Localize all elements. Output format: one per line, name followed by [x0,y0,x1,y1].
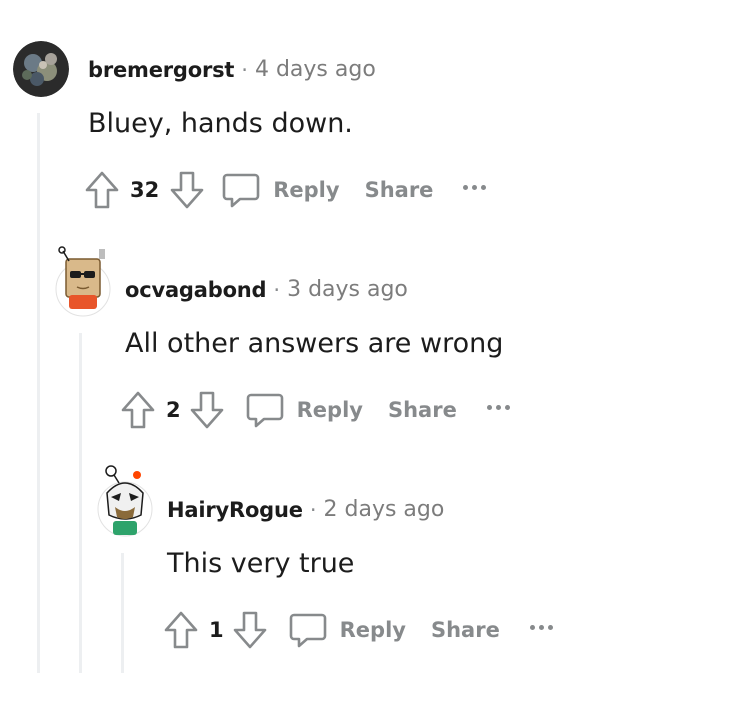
meta-separator: · [273,277,281,302]
comment-actions: 1 Reply Share [163,610,553,650]
comment-meta: bremergorst · 4 days ago [88,57,376,82]
upvote-icon[interactable] [84,170,120,210]
timestamp[interactable]: 3 days ago [287,277,408,302]
author-name[interactable]: ocvagabond [125,278,267,302]
downvote-icon[interactable] [169,170,205,210]
reply-button[interactable]: Reply [221,170,340,210]
comment-body: Bluey, hands down. [88,108,353,139]
downvote-icon[interactable] [232,610,268,650]
upvote-icon[interactable] [120,390,156,430]
avatar[interactable] [13,41,69,97]
reply-label[interactable]: Reply [297,398,363,422]
comment-actions: 32 Reply Share [84,170,487,210]
more-options-icon[interactable] [529,624,553,630]
comment-bubble-icon [289,613,326,648]
comment-actions: 2 Reply Share [120,390,510,430]
reply-button[interactable]: Reply [245,390,363,430]
comment-bubble-icon [222,173,260,208]
reply-label[interactable]: Reply [340,618,406,642]
comment-body: All other answers are wrong [125,328,504,359]
share-button[interactable]: Share [388,398,457,422]
reply-label[interactable]: Reply [273,178,339,202]
timestamp[interactable]: 2 days ago [324,497,445,522]
meta-separator: · [241,57,248,82]
comment-body: This very true [167,548,355,579]
vote-score: 2 [166,398,181,422]
comment-meta: HairyRogue · 2 days ago [167,497,444,522]
meta-separator: · [309,497,317,522]
timestamp[interactable]: 4 days ago [255,57,376,82]
avatar[interactable] [97,463,153,537]
thread-line-level-3[interactable] [121,553,124,673]
vote-score: 1 [209,618,224,642]
upvote-icon[interactable] [163,610,199,650]
downvote-icon[interactable] [189,390,225,430]
author-name[interactable]: HairyRogue [167,498,303,522]
reply-button[interactable]: Reply [288,610,406,650]
thread-line-level-2[interactable] [79,333,82,673]
thread-line-level-1[interactable] [37,113,40,673]
more-options-icon[interactable] [463,184,487,190]
share-button[interactable]: Share [431,618,500,642]
avatar[interactable] [55,245,111,317]
author-name[interactable]: bremergorst [88,58,234,82]
share-button[interactable]: Share [365,178,434,202]
vote-score: 32 [130,178,160,202]
comment-meta: ocvagabond · 3 days ago [125,277,408,302]
more-options-icon[interactable] [486,404,510,410]
comment-bubble-icon [246,393,283,428]
